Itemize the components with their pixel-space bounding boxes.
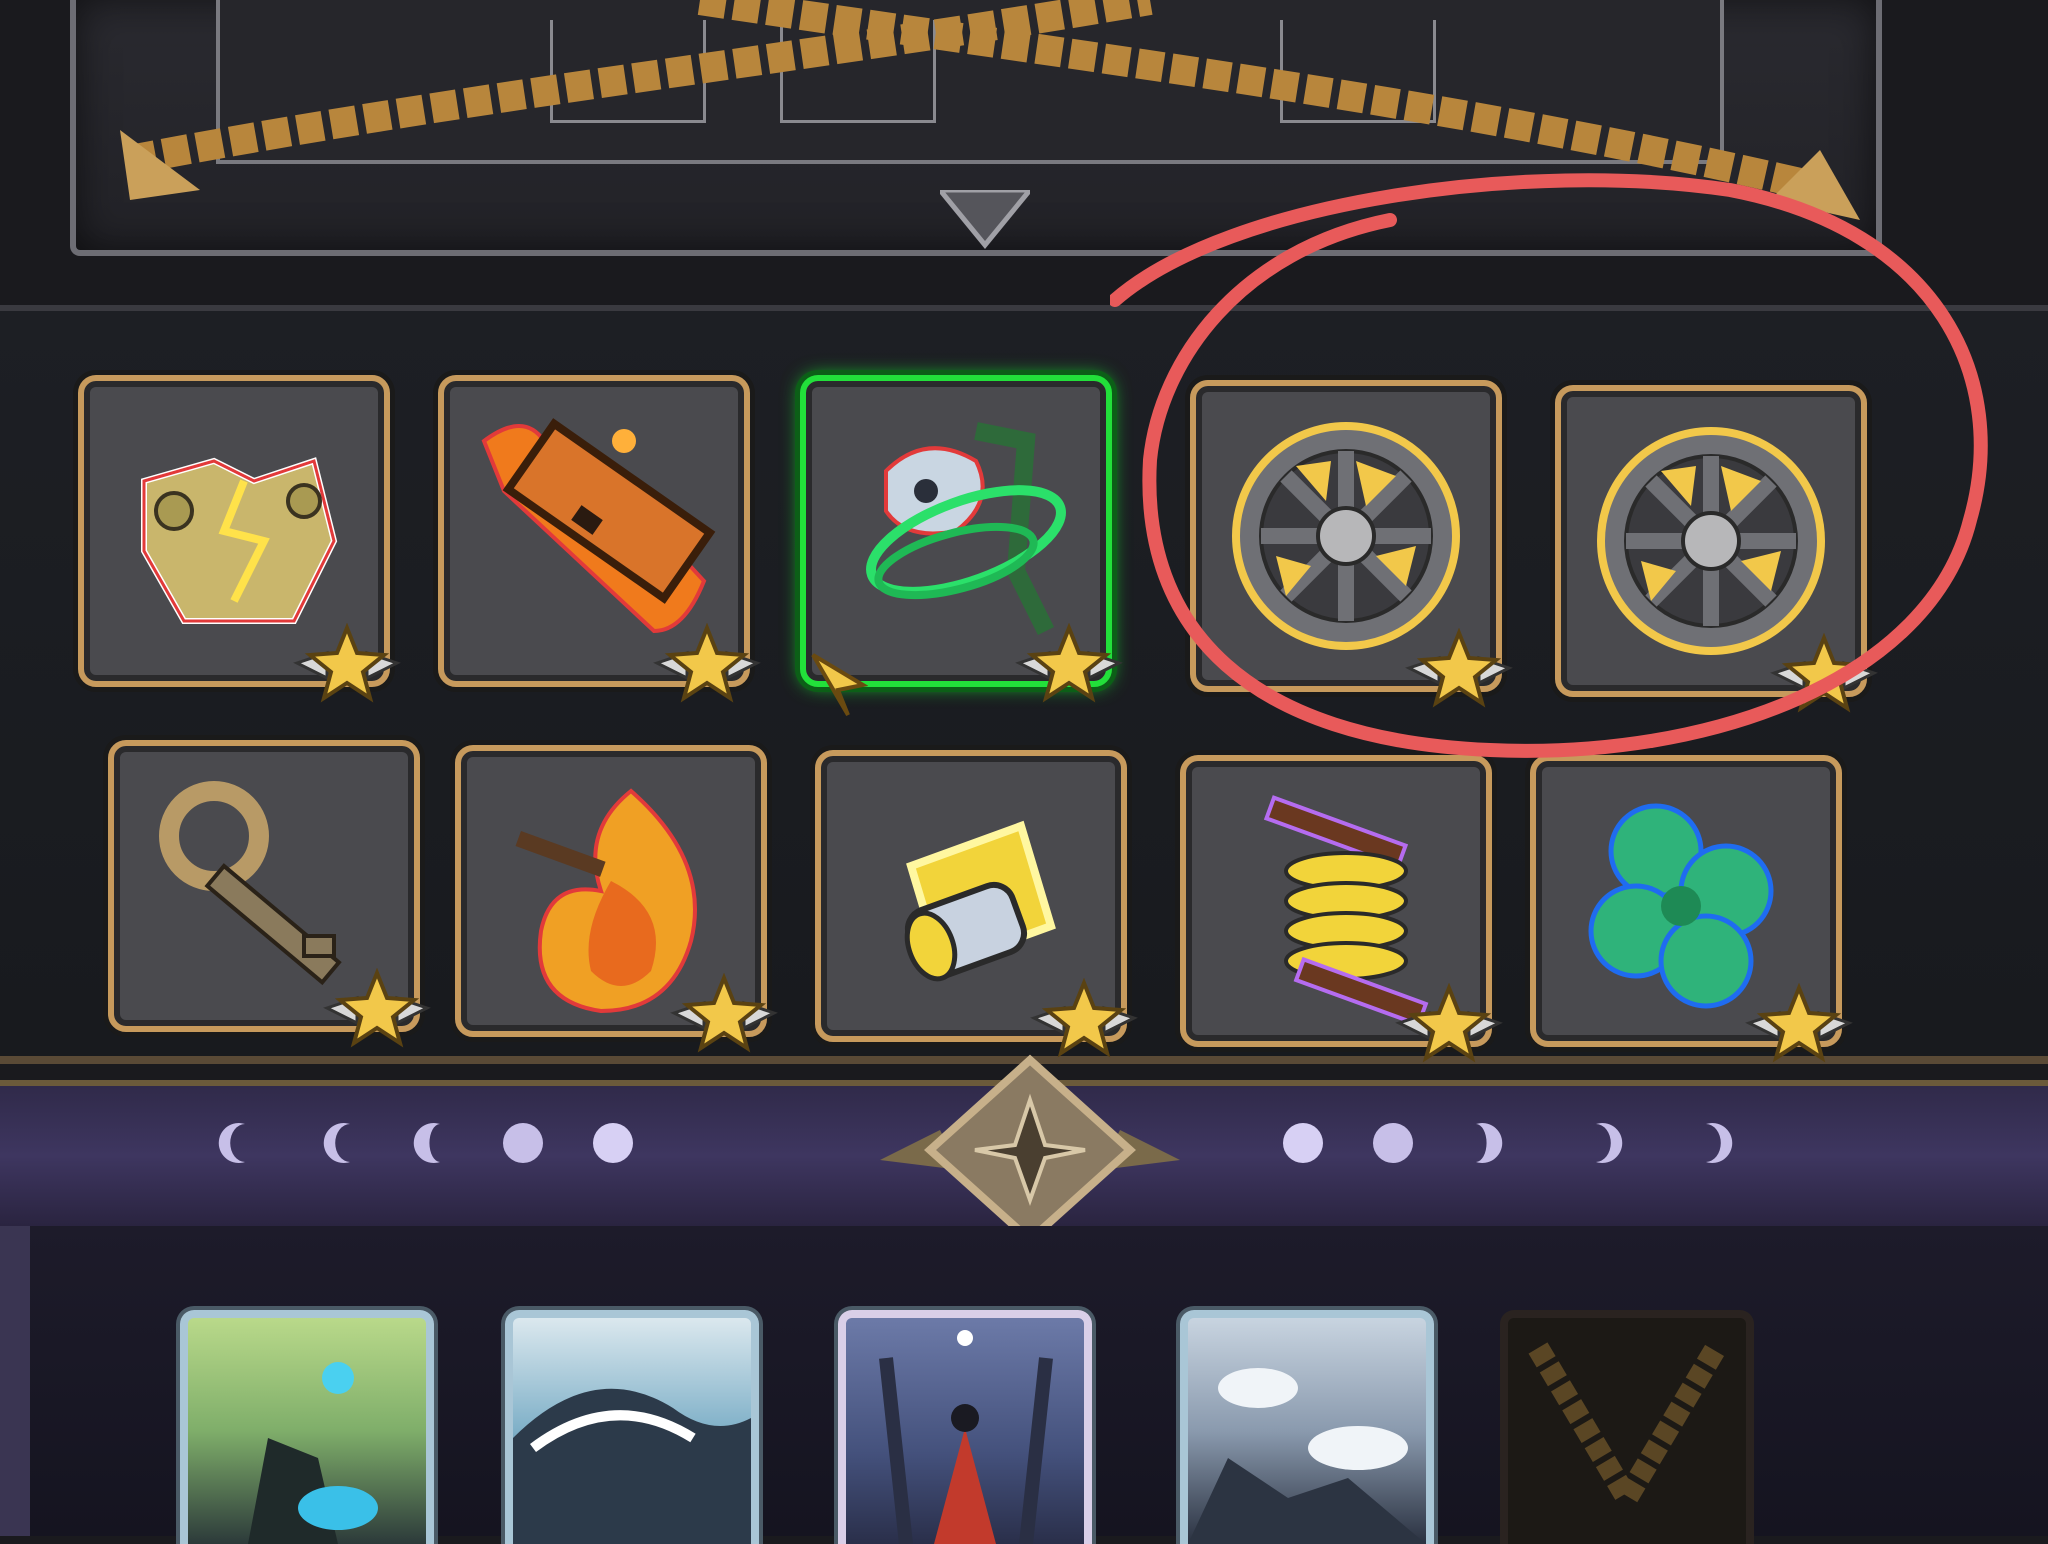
rarity-star-icon bbox=[670, 973, 778, 1053]
tarot-card-1[interactable] bbox=[180, 1310, 434, 1544]
crescent-moon-icon bbox=[1706, 1123, 1733, 1163]
item-slot-four-leaf-clover[interactable] bbox=[1530, 755, 1853, 1063]
rarity-star-icon bbox=[293, 623, 401, 703]
crescent-moon-icon bbox=[218, 1123, 245, 1163]
frame-notch-decoration bbox=[940, 190, 1030, 249]
chain-placeholder-icon bbox=[1528, 1342, 1726, 1520]
item-slot-ghost-skull[interactable] bbox=[800, 375, 1123, 703]
crescent-moon-icon bbox=[1596, 1123, 1623, 1163]
wind-skull-icon bbox=[866, 422, 1066, 636]
item-slot-fire-key[interactable] bbox=[455, 745, 778, 1053]
star-emblem-ornament bbox=[880, 1054, 1180, 1246]
armor-lightning-icon bbox=[141, 457, 338, 624]
crescent-moon-icon bbox=[413, 1123, 440, 1163]
tarot-card-3[interactable] bbox=[838, 1310, 1092, 1544]
rarity-star-icon bbox=[1030, 978, 1138, 1058]
rarity-star-icon bbox=[1745, 983, 1853, 1063]
wagon-wheel-icon bbox=[1597, 427, 1825, 655]
item-slot-coil-spring[interactable] bbox=[1180, 755, 1503, 1063]
wave-card-art-icon bbox=[513, 1388, 751, 1544]
flaming-plank-icon bbox=[481, 418, 716, 634]
rarity-star-icon bbox=[1405, 628, 1513, 708]
pointer-cursor-icon bbox=[811, 653, 868, 717]
rarity-star-icon bbox=[1015, 623, 1123, 703]
empty-card-slot bbox=[1500, 1310, 1754, 1544]
item-slot-golden-cylinder[interactable] bbox=[815, 750, 1138, 1058]
forest-card-art-icon bbox=[248, 1362, 378, 1544]
wagon-wheel-icon bbox=[1232, 422, 1460, 650]
rarity-star-icon bbox=[323, 968, 431, 1048]
item-slot-old-key[interactable] bbox=[108, 740, 431, 1048]
item-slot-wagon-wheel-2[interactable] bbox=[1555, 385, 1878, 713]
full-moon-icon bbox=[593, 1123, 633, 1163]
tarot-card-4[interactable] bbox=[1180, 1310, 1434, 1544]
crescent-moon-icon bbox=[1476, 1123, 1503, 1163]
rarity-star-icon bbox=[653, 623, 761, 703]
full-moon-icon bbox=[1283, 1123, 1323, 1163]
gibbous-moon-icon bbox=[1373, 1123, 1413, 1163]
item-slot-golden-armor[interactable] bbox=[78, 375, 401, 703]
crescent-moon-icon bbox=[323, 1123, 350, 1163]
tarot-card-2[interactable] bbox=[505, 1310, 759, 1544]
gibbous-moon-icon bbox=[503, 1123, 543, 1163]
red-cloak-figure-card-art-icon bbox=[879, 1330, 1053, 1544]
item-slot-burning-plank[interactable] bbox=[438, 375, 761, 703]
item-slot-wagon-wheel-1[interactable] bbox=[1190, 380, 1513, 708]
rarity-star-icon bbox=[1395, 983, 1503, 1063]
storm-card-art-icon bbox=[1188, 1368, 1426, 1544]
rarity-star-icon bbox=[1770, 633, 1878, 713]
